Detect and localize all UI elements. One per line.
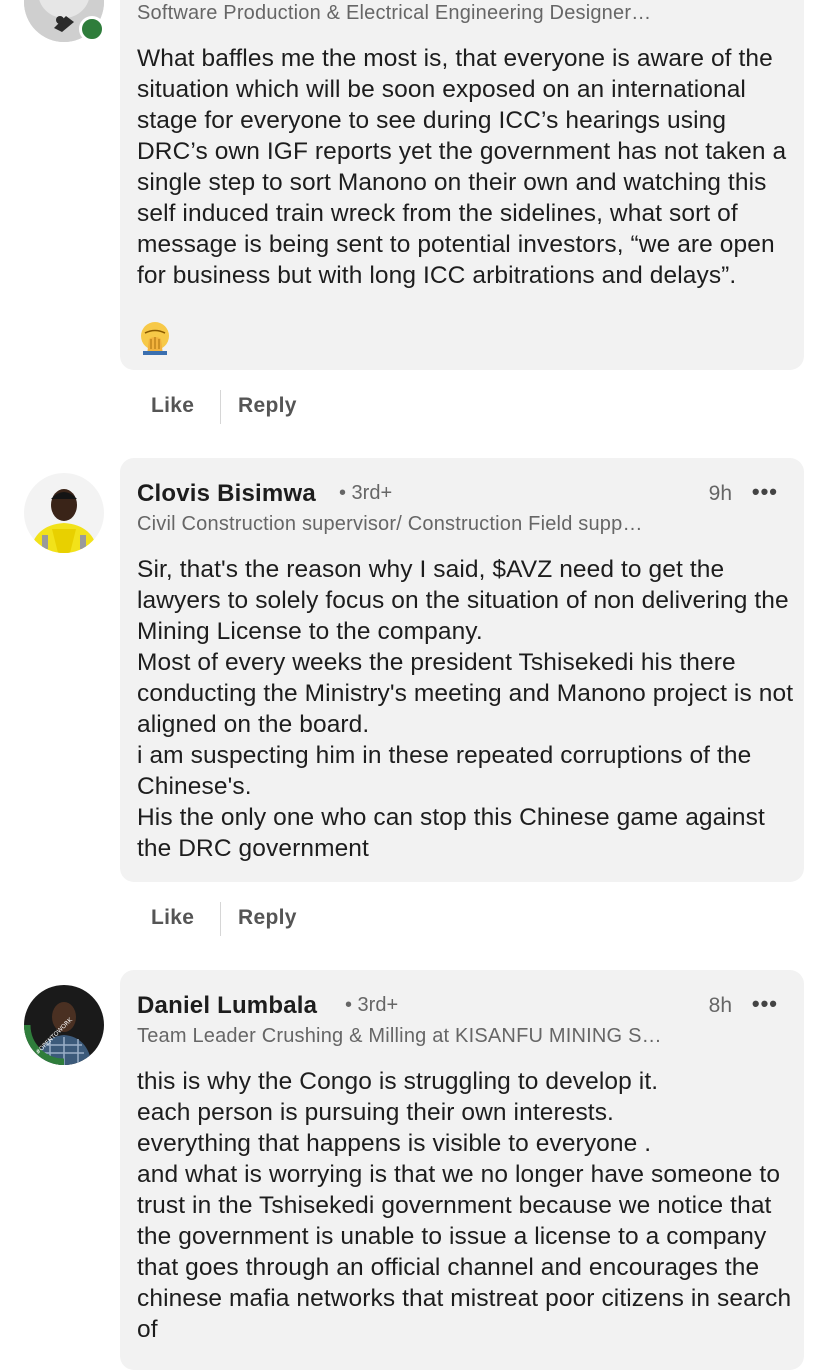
comment-time: 9h xyxy=(708,482,732,505)
author-headline: Team Leader Crushing & Milling at KISANF… xyxy=(137,1025,662,1047)
avatar[interactable]: #OPENTOWORK xyxy=(24,985,104,1065)
comment-bubble: Clovis Bisimwa • 3rd+ 9h ••• Civil Const… xyxy=(120,458,804,882)
reply-button[interactable]: Reply xyxy=(238,906,297,930)
more-options-icon[interactable]: ••• xyxy=(752,481,778,503)
comment-time: 8h xyxy=(708,994,732,1017)
avatar[interactable] xyxy=(24,473,104,553)
avatar-photo xyxy=(24,473,104,553)
connection-degree: • 3rd+ xyxy=(345,994,399,1016)
like-button[interactable]: Like xyxy=(151,394,194,418)
comment-bubble: Software Production & Electrical Enginee… xyxy=(120,0,804,370)
like-button[interactable]: Like xyxy=(151,906,194,930)
comment-text: Sir, that's the reason why I said, $AVZ … xyxy=(137,556,794,862)
comment-text: What baffles me the most is, that everyo… xyxy=(137,45,787,289)
author-headline: Software Production & Electrical Enginee… xyxy=(137,2,652,24)
author-headline: Civil Construction supervisor/ Construct… xyxy=(137,513,643,535)
connection-degree: • 3rd+ xyxy=(339,482,393,504)
more-options-icon[interactable]: ••• xyxy=(752,993,778,1015)
comment-bubble: Daniel Lumbala • 3rd+ 8h ••• Team Leader… xyxy=(120,970,804,1370)
online-status-icon xyxy=(79,16,105,42)
reply-button[interactable]: Reply xyxy=(238,394,297,418)
author-name[interactable]: Clovis Bisimwa xyxy=(137,480,316,508)
face-palm-icon xyxy=(141,322,169,355)
action-divider xyxy=(220,902,221,936)
comment-text: this is why the Congo is struggling to d… xyxy=(137,1068,792,1343)
author-name[interactable]: Daniel Lumbala xyxy=(137,992,317,1020)
action-divider xyxy=(220,390,221,424)
avatar-photo: #OPENTOWORK xyxy=(24,985,104,1065)
